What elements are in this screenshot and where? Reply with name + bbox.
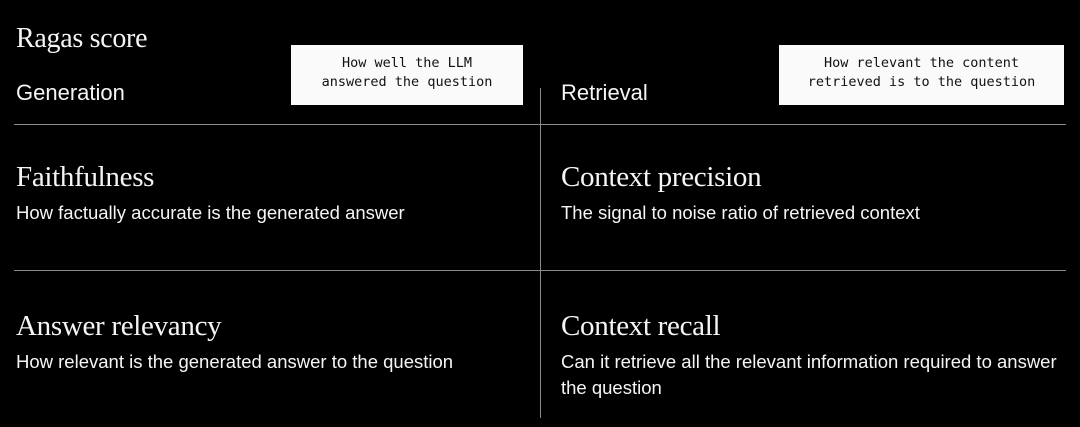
metric-answer-relevancy: Answer relevancy How relevant is the gen… [16, 309, 526, 375]
metric-faithfulness: Faithfulness How factually accurate is t… [16, 160, 526, 226]
metric-description: How factually accurate is the generated … [16, 202, 405, 223]
metric-title: Answer relevancy [16, 310, 222, 342]
metric-description: How relevant is the generated answer to … [16, 351, 454, 372]
metric-description: The signal to noise ratio of retrieved c… [561, 202, 920, 223]
generation-callout: How well the LLM answered the question [291, 45, 523, 105]
metric-title: Context recall [561, 310, 721, 342]
retrieval-heading: Retrieval [561, 80, 648, 105]
metric-context-precision: Context precision The signal to noise ra… [561, 160, 1066, 226]
column-divider [540, 88, 541, 418]
metric-title: Context precision [561, 161, 762, 193]
metric-context-recall: Context recall Can it retrieve all the r… [561, 309, 1061, 401]
metric-title: Faithfulness [16, 161, 155, 193]
generation-heading: Generation [16, 80, 125, 105]
retrieval-callout: How relevant the content retrieved is to… [779, 45, 1064, 105]
diagram-title: Ragas score [16, 23, 148, 54]
metric-description: Can it retrieve all the relevant informa… [561, 351, 1057, 398]
